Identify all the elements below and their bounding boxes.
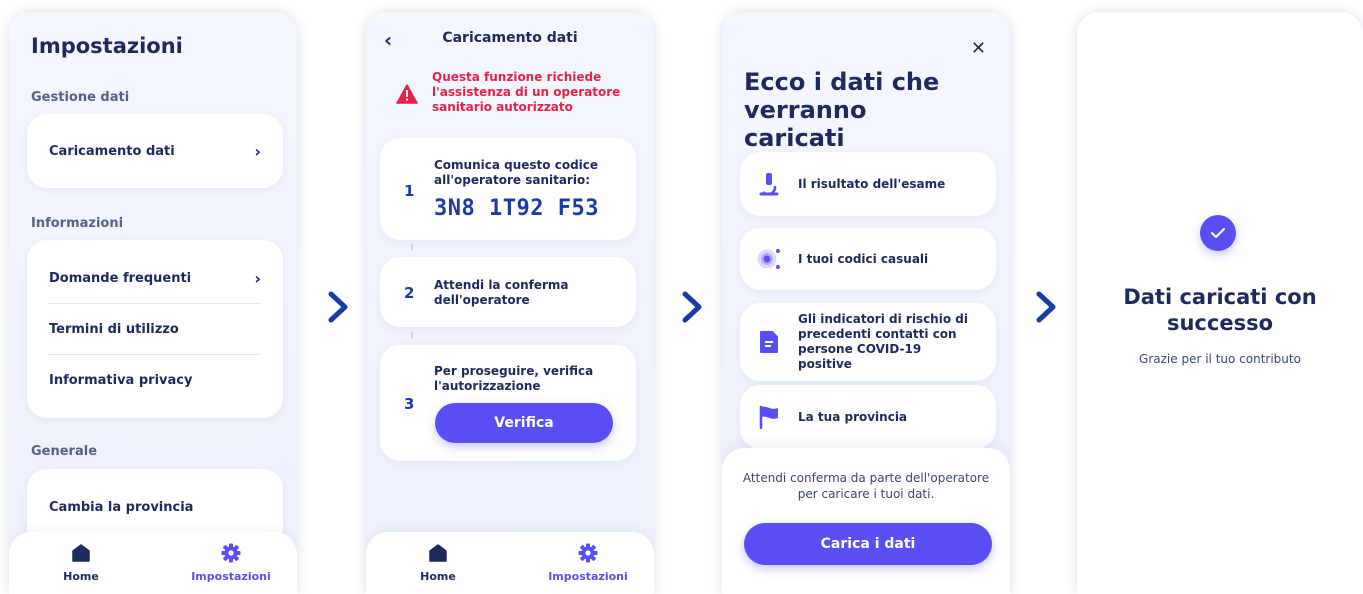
section-label-informazioni: Informazioni (31, 216, 124, 231)
data-item-test-result: Il risultato dell'esame (740, 152, 996, 216)
data-item-province: La tua provincia (740, 385, 996, 449)
chevron-right-icon (324, 290, 352, 326)
tab-home-label: Home (63, 570, 99, 583)
step-card-3: 3 Per proseguire, verifica l'autorizzazi… (380, 345, 636, 461)
microscope-icon (740, 172, 798, 196)
upload-success-screen: Dati caricati con successo Grazie per il… (1077, 12, 1363, 594)
bottom-sheet: Attendi conferma da parte dell'operatore… (722, 448, 1010, 594)
close-button[interactable]: ✕ (971, 38, 986, 59)
step-connector (411, 332, 413, 338)
step-card-1: 1 Comunica questo codice all'operatore s… (380, 138, 636, 240)
menu-item-label: Domande frequenti (49, 270, 192, 286)
home-icon (26, 542, 136, 564)
gear-icon (533, 542, 643, 564)
menu-item-cambia-provincia[interactable]: Cambia la provincia (49, 482, 261, 532)
settings-screen: Impostazioni Gestione dati Caricamento d… (9, 12, 297, 594)
gear-icon (176, 542, 286, 564)
step-number: 2 (404, 284, 415, 302)
chevron-right-icon (678, 290, 706, 326)
chevron-right-icon (1032, 290, 1060, 326)
page-title: Caricamento dati (442, 30, 578, 46)
step-card-2: 2 Attendi la conferma dell'operatore (380, 257, 636, 327)
data-item-label: Il risultato dell'esame (798, 176, 946, 191)
tab-home[interactable]: Home (26, 542, 136, 583)
success-title-text: Dati caricati con successo (1123, 285, 1317, 335)
data-preview-screen: ✕ Ecco i dati che verranno caricati Il r… (722, 12, 1010, 594)
page-title: Ecco i dati che verranno caricati (744, 68, 940, 152)
section-label-gestione: Gestione dati (31, 90, 130, 105)
success-subtitle: Grazie per il tuo contributo (1139, 352, 1301, 366)
tab-bar: Home Impostazioni (366, 532, 654, 594)
data-item-random-codes: I tuoi codici casuali (740, 228, 996, 290)
data-item-risk-indicators: Gli indicatori di rischio di precedenti … (740, 303, 996, 381)
step-number: 1 (404, 182, 415, 200)
broadcast-icon (740, 247, 798, 271)
tab-settings-label: Impostazioni (191, 570, 271, 583)
success-title: Dati caricati con successo (1077, 284, 1363, 336)
menu-item-label: Termini di utilizzo (49, 321, 179, 337)
verify-button[interactable]: Verifica (435, 403, 613, 443)
warning-text: Questa funzione richiede l'assistenza di… (432, 70, 621, 114)
tab-home[interactable]: Home (383, 542, 493, 583)
home-icon (383, 542, 493, 564)
confirmation-text: Attendi conferma da parte dell'operatore… (742, 471, 990, 501)
step-text: Per proseguire, verifica l'autorizzazion… (434, 364, 594, 393)
tab-settings-label: Impostazioni (548, 570, 628, 583)
tab-settings[interactable]: Impostazioni (176, 542, 286, 583)
menu-item-termini-di-utilizzo[interactable]: Termini di utilizzo (49, 304, 261, 354)
tab-bar: Home Impostazioni (9, 532, 297, 594)
menu-item-label: Caricamento dati (49, 143, 175, 159)
chevron-right-icon: › (254, 141, 261, 161)
checkmark-icon (1200, 215, 1236, 251)
step-connector (411, 244, 413, 250)
step-text: Attendi la conferma dell'operatore (434, 278, 569, 307)
section-label-generale: Generale (31, 444, 98, 459)
card-gestione-dati: Caricamento dati › (27, 114, 283, 188)
menu-item-informativa-privacy[interactable]: Informativa privacy (49, 355, 261, 405)
warning-icon (396, 84, 418, 108)
step-text: Comunica questo codice all'operatore san… (434, 158, 599, 187)
upload-code: 3N8 1T92 F53 (434, 196, 599, 221)
data-item-label: Gli indicatori di rischio di precedenti … (798, 312, 968, 371)
tab-home-label: Home (420, 570, 456, 583)
card-informazioni: Domande frequenti › Termini di utilizzo … (27, 240, 283, 418)
page-title: Impostazioni (31, 34, 183, 58)
flag-icon (740, 405, 798, 429)
data-item-label: I tuoi codici casuali (798, 251, 929, 266)
upload-data-button[interactable]: Carica i dati (744, 523, 992, 565)
chevron-right-icon: › (254, 268, 261, 288)
menu-item-label: Cambia la provincia (49, 499, 194, 515)
upload-data-screen: ‹ Caricamento dati Questa funzione richi… (366, 12, 654, 594)
menu-item-caricamento-dati[interactable]: Caricamento dati › (49, 126, 261, 176)
tab-settings[interactable]: Impostazioni (533, 542, 643, 583)
step-number: 3 (404, 395, 415, 413)
menu-item-domande-frequenti[interactable]: Domande frequenti › (49, 253, 261, 303)
menu-item-label: Informativa privacy (49, 372, 193, 388)
data-item-label: La tua provincia (798, 409, 908, 424)
document-icon (740, 330, 798, 354)
